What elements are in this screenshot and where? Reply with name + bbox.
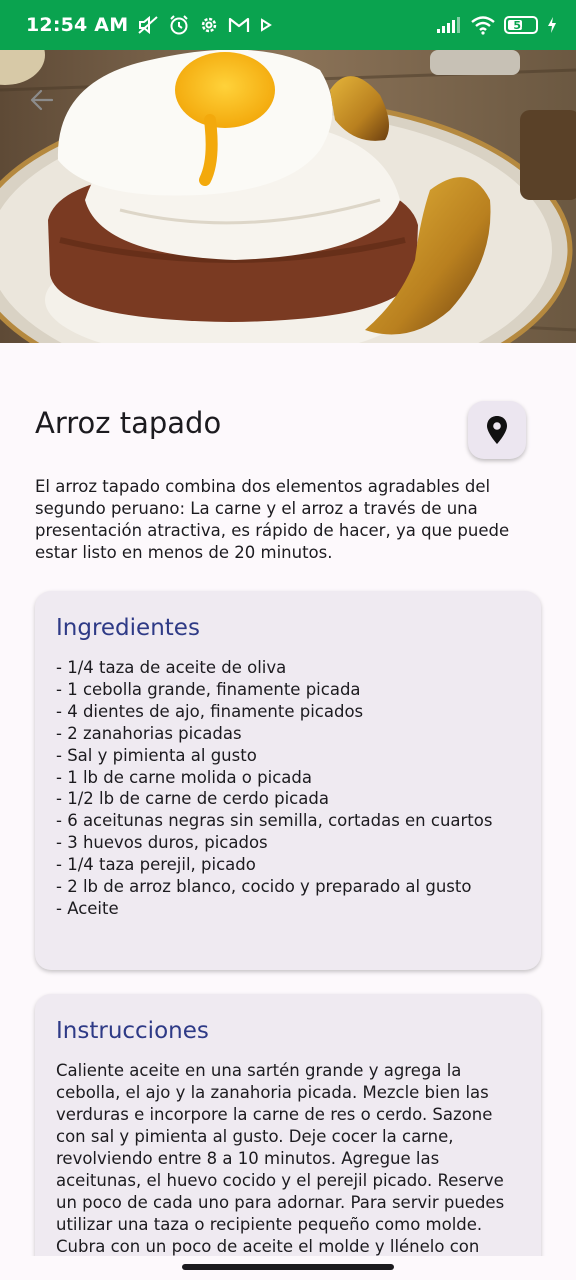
recipe-title: Arroz tapado [35, 406, 222, 440]
mute-icon [138, 15, 158, 35]
battery-level-text: 55 [513, 18, 529, 32]
ingredient-item: - 2 zanahorias picadas [56, 723, 242, 743]
system-icons: 55 [436, 15, 558, 35]
ingredient-item: - 1 cebolla grande, finamente picada [56, 679, 361, 699]
instructions-card: Instrucciones Caliente aceite en una sar… [35, 994, 541, 1280]
alarm-icon [170, 15, 189, 35]
ingredients-title: Ingredientes [56, 615, 200, 641]
location-button[interactable] [468, 401, 526, 459]
ingredient-item: - 2 lb de arroz blanco, cocido y prepara… [56, 877, 472, 897]
ingredients-list: - 1/4 taza de aceite de oliva - 1 ceboll… [56, 657, 520, 920]
wifi-icon [471, 16, 495, 35]
instructions-text: Caliente aceite en una sartén grande y a… [56, 1061, 505, 1278]
home-gesture-handle[interactable] [182, 1264, 394, 1270]
gmail-icon [229, 17, 250, 32]
instructions-title: Instrucciones [56, 1018, 209, 1044]
ingredients-card: Ingredientes - 1/4 taza de aceite de oli… [35, 591, 541, 970]
food-photo [0, 50, 576, 343]
navigation-bar [0, 1256, 576, 1280]
ingredient-item: - 1/4 taza perejil, picado [56, 855, 256, 875]
battery-icon: 55 [504, 16, 538, 34]
play-icon [261, 18, 273, 32]
signal-icon [437, 17, 460, 33]
ingredient-item: - 6 aceitunas negras sin semilla, cortad… [56, 811, 493, 831]
ingredient-item: - 4 dientes de ajo, finamente picados [56, 701, 364, 721]
status-bar: 12:54 AM 55 [0, 0, 576, 50]
back-button[interactable] [22, 80, 62, 120]
recipe-photo [0, 50, 576, 343]
ingredient-item: - 1/2 lb de carne de cerdo picada [56, 789, 329, 809]
ingredient-item: - 1/4 taza de aceite de oliva [56, 658, 287, 677]
notification-icons [136, 14, 274, 36]
charging-icon [548, 17, 556, 33]
ingredient-item: - Aceite [56, 898, 119, 918]
recipe-detail-screen: 12:54 AM 55 Arroz tapado El arroz tapado… [0, 0, 576, 1280]
map-pin-icon [487, 416, 507, 444]
arrow-left-icon [30, 89, 54, 111]
settings-icon [202, 17, 217, 33]
recipe-description: El arroz tapado combina dos elementos ag… [35, 477, 510, 562]
ingredient-item: - 3 huevos duros, picados [56, 833, 268, 853]
ingredient-item: - 1 lb de carne molida o picada [56, 767, 312, 787]
ingredient-item: - Sal y pimienta al gusto [56, 745, 257, 765]
status-time: 12:54 AM [26, 14, 129, 36]
